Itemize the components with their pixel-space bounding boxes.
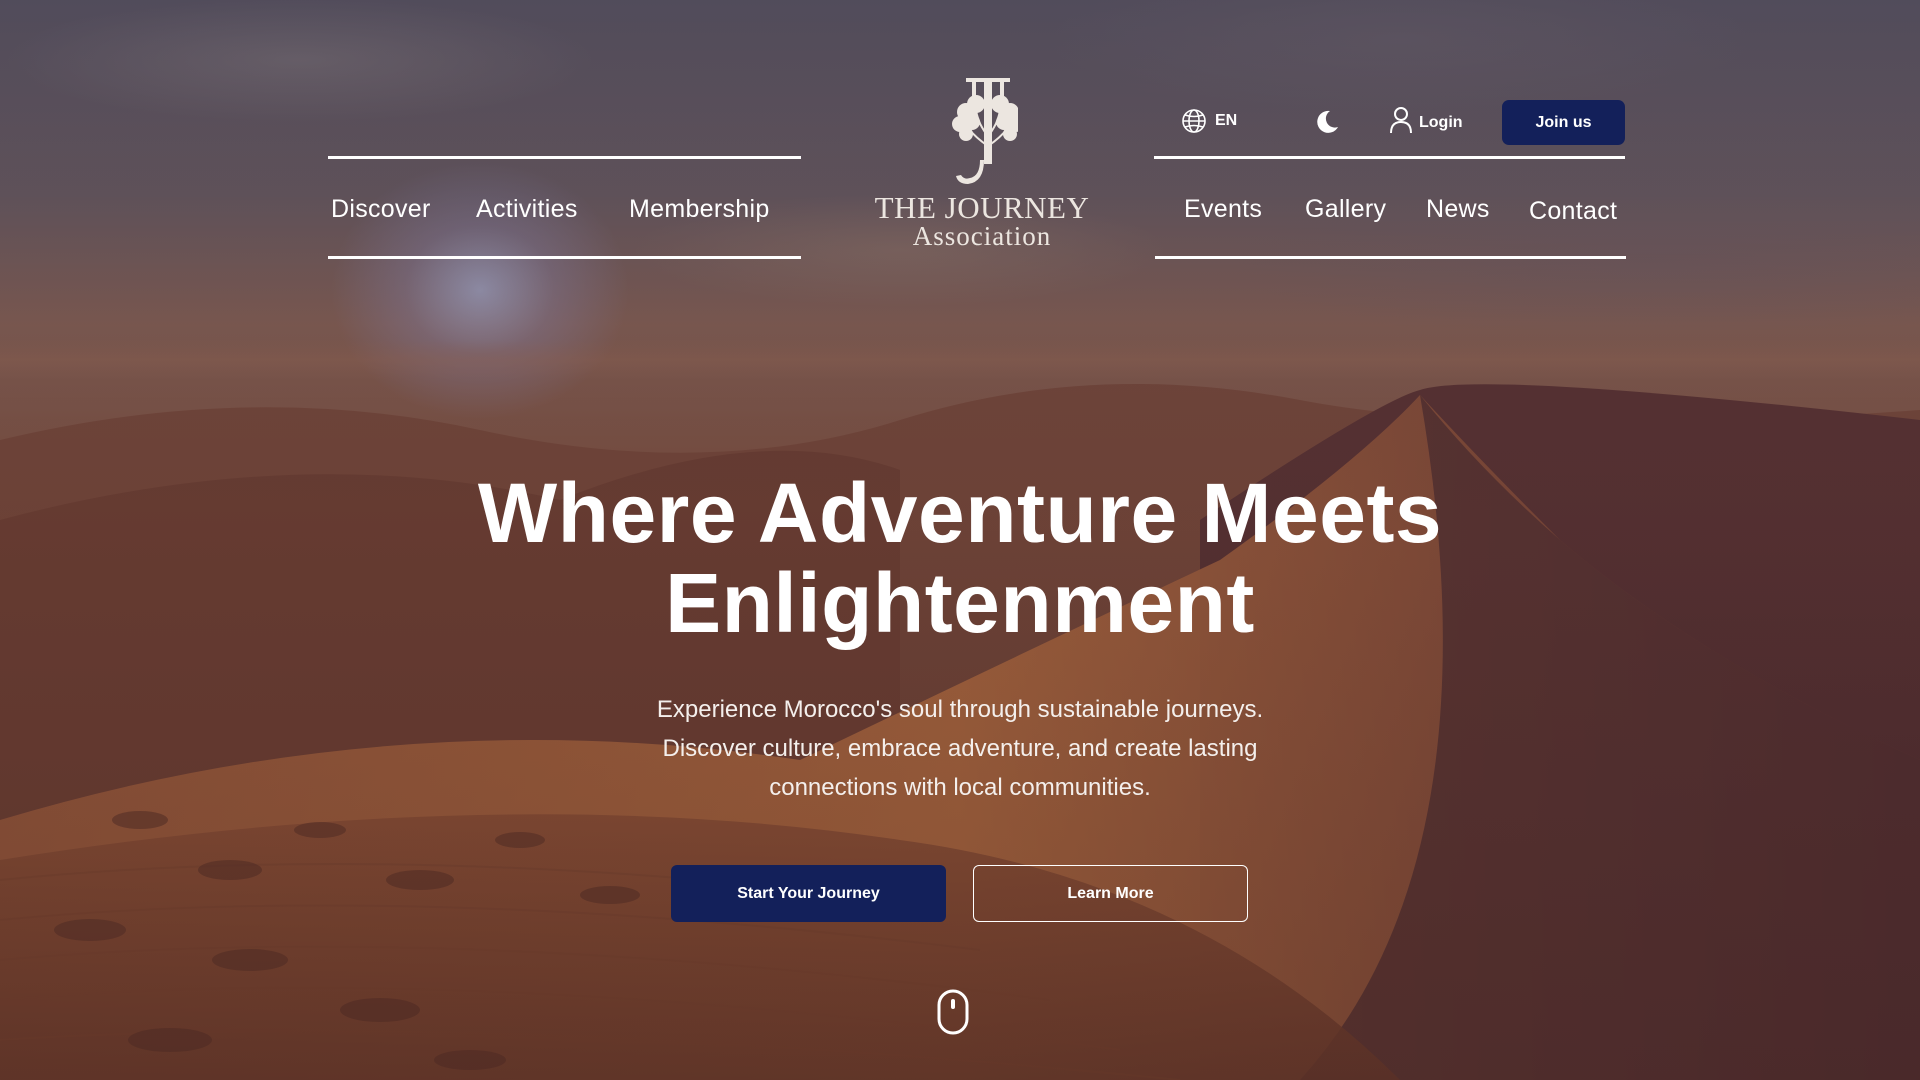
scroll-down-indicator[interactable]: [936, 988, 970, 1041]
hero-section: Discover Activities Membership THE JOURN…: [0, 0, 1920, 1080]
nav-link-news[interactable]: News: [1426, 195, 1490, 224]
learn-more-button[interactable]: Learn More: [973, 865, 1248, 922]
tree-j-logo-icon: [952, 78, 1018, 184]
theme-toggle[interactable]: [1312, 108, 1340, 136]
site-logo[interactable]: THE JOURNEY Association: [860, 68, 1104, 258]
nav-link-contact[interactable]: Contact: [1529, 197, 1617, 226]
user-icon: [1390, 107, 1412, 134]
language-selector[interactable]: EN: [1181, 108, 1237, 134]
nav-link-discover[interactable]: Discover: [331, 195, 431, 224]
nav-link-activities[interactable]: Activities: [476, 195, 578, 224]
nav-right-top-rule: [1154, 156, 1625, 159]
nav-left-top-rule: [328, 156, 801, 159]
nav-link-gallery[interactable]: Gallery: [1305, 195, 1386, 224]
hero-description-line3: connections with local communities.: [769, 774, 1151, 801]
login-link[interactable]: Login: [1389, 106, 1463, 134]
start-journey-button[interactable]: Start Your Journey: [671, 865, 946, 922]
hero-description-line1: Experience Morocco's soul through sustai…: [656, 696, 1264, 723]
language-label: EN: [1215, 112, 1238, 129]
mouse-scroll-icon: [937, 989, 969, 1035]
hero-headline-line2: Enlightenment: [665, 556, 1255, 650]
globe-icon: [1182, 109, 1206, 133]
hero-description-line2: Discover culture, embrace adventure, and…: [662, 735, 1258, 762]
nav-left-bottom-rule: [328, 256, 801, 259]
nav-right-bottom-rule: [1155, 256, 1626, 259]
moon-icon: [1317, 110, 1338, 133]
nav-link-membership[interactable]: Membership: [629, 195, 770, 224]
nav-link-events[interactable]: Events: [1184, 195, 1262, 224]
horizon: [0, 340, 1920, 380]
hero-headline-line1: Where Adventure Meets: [477, 466, 1443, 560]
hero-headline: Where Adventure Meets Enlightenment: [260, 468, 1660, 648]
join-us-button[interactable]: Join us: [1502, 100, 1625, 145]
hero-description: Experience Morocco's soul through sustai…: [600, 690, 1320, 807]
logo-subtitle: Association: [912, 221, 1052, 251]
login-label: Login: [1419, 114, 1463, 131]
